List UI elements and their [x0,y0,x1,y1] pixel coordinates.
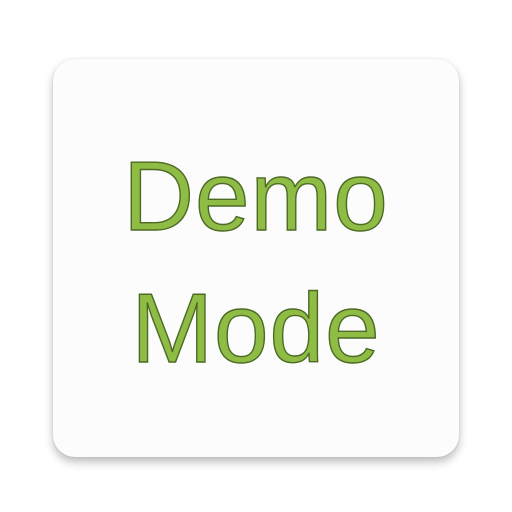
icon-label-line-2: Mode [131,273,381,383]
canvas: Demo Mode [0,0,512,512]
icon-label-line-1: Demo [123,141,389,251]
demo-mode-app-icon[interactable]: Demo Mode [53,59,459,457]
